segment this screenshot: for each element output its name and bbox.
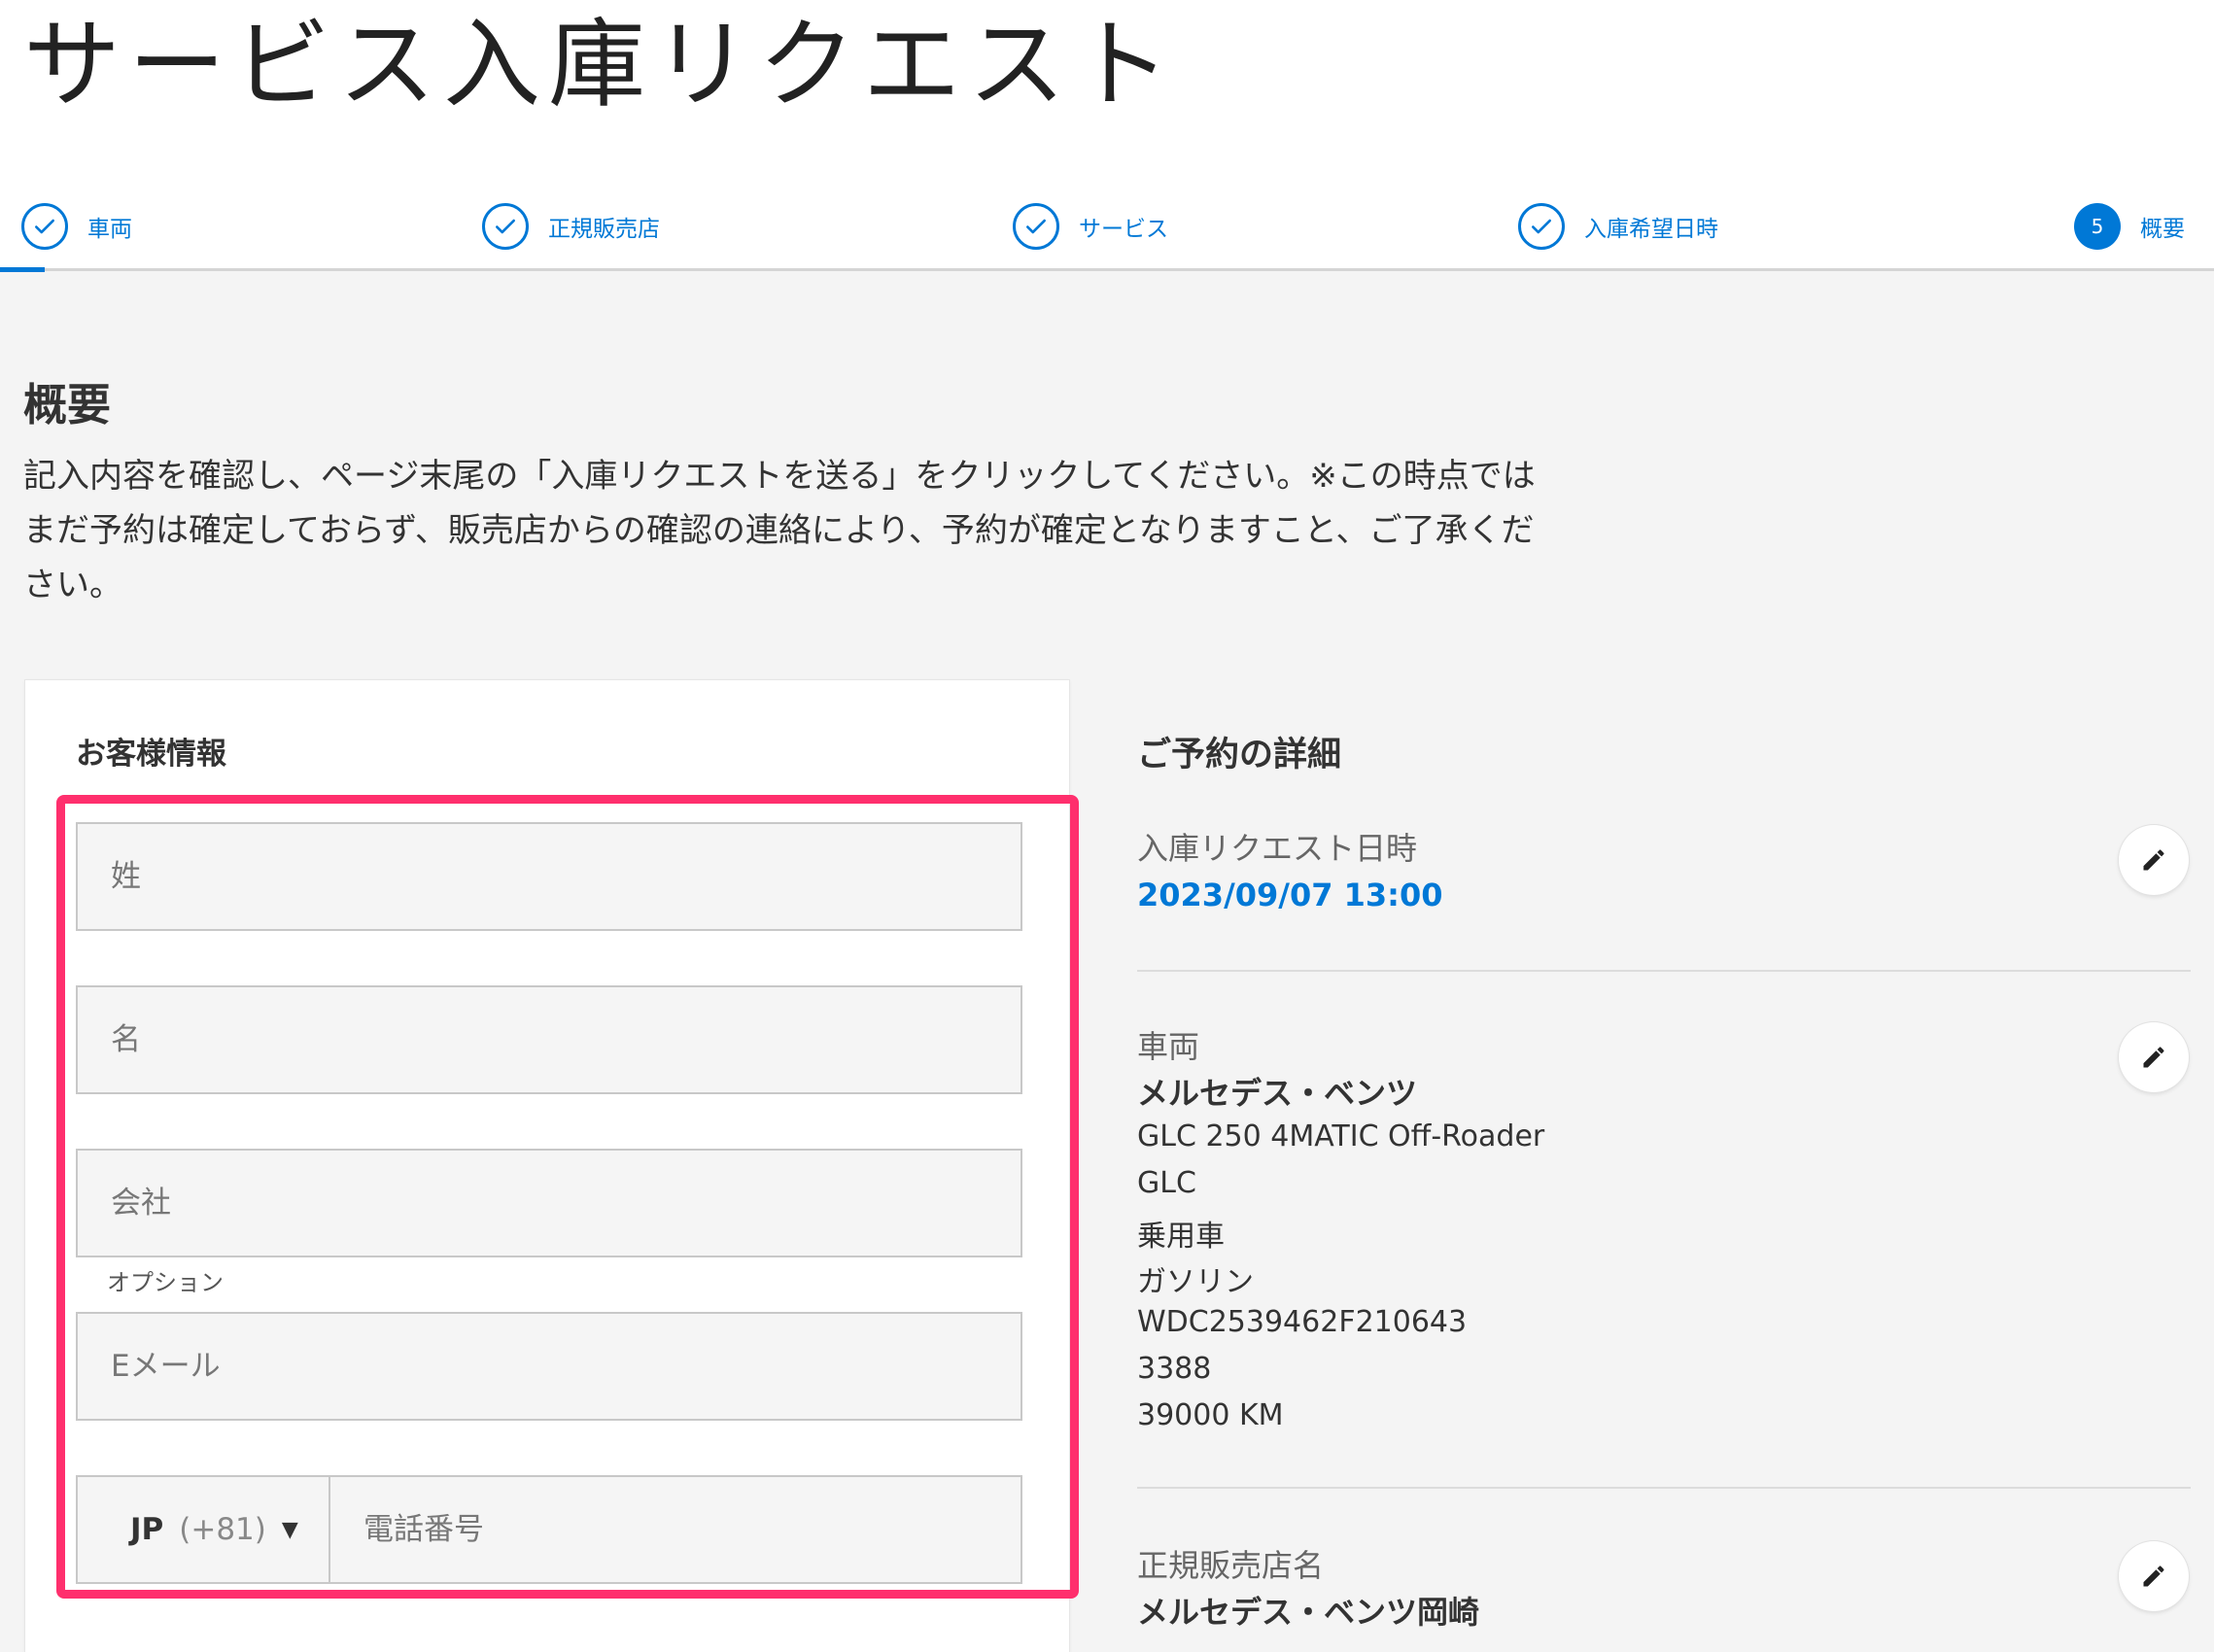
vehicle-mileage: 39000 KM — [1137, 1398, 1284, 1432]
country-code-select[interactable]: JP (+81) ▼ — [78, 1477, 330, 1582]
step-service[interactable]: サービス — [1013, 201, 1168, 252]
vehicle-class: GLC — [1137, 1166, 1196, 1200]
edit-vehicle-button[interactable] — [2119, 1022, 2189, 1092]
first-name-field — [76, 985, 1022, 1094]
check-icon — [1518, 203, 1565, 250]
appointment-value: 2023/09/07 13:00 — [1137, 877, 1443, 913]
dial-code: (+81) — [179, 1512, 266, 1547]
summary-description: 記入内容を確認し、ページ末尾の「入庫リクエストを送る」をクリックしてください。※… — [23, 457, 1536, 604]
customer-info-card: お客様情報 オプション JP (+81) ▼ — [25, 680, 1079, 1652]
email-field — [76, 1312, 1022, 1421]
pencil-icon — [2143, 849, 2164, 871]
step-number-badge: 5 — [2074, 203, 2121, 250]
step-label: 車両 — [87, 217, 132, 242]
phone-field: JP (+81) ▼ — [76, 1475, 1022, 1584]
appointment-label: 入庫リクエスト日時 — [1137, 830, 1418, 867]
edit-dealer-button[interactable] — [2119, 1541, 2189, 1611]
step-appointment-time[interactable]: 入庫希望日時 — [1518, 201, 1718, 252]
stepper-track — [0, 268, 2214, 271]
divider — [1137, 1487, 2191, 1489]
edit-appointment-button[interactable] — [2119, 825, 2189, 895]
company-input[interactable] — [78, 1151, 1021, 1256]
caret-down-icon: ▼ — [281, 1517, 298, 1542]
stepper-progress — [0, 267, 45, 272]
vehicle-model: GLC 250 4MATIC Off-Roader — [1137, 1119, 1545, 1153]
step-label: サービス — [1079, 217, 1168, 242]
dealer-label: 正規販売店名 — [1137, 1547, 1325, 1584]
vehicle-vin: WDC2539462F210643 — [1137, 1305, 1468, 1339]
company-optional-hint: オプション — [107, 1269, 224, 1296]
page-title: サービス入庫リクエスト — [23, 8, 1178, 121]
country-code: JP — [130, 1512, 164, 1547]
vehicle-type: 乗用車 — [1137, 1220, 1225, 1254]
dealer-name: メルセデス・ベンツ岡崎 — [1137, 1594, 1480, 1631]
last-name-field — [76, 822, 1022, 931]
reservation-details-title: ご予約の詳細 — [1137, 736, 1342, 774]
header: サービス入庫リクエスト 車両 正規販売店 サービス 入庫希望日時 5 概要 — [0, 0, 2214, 272]
divider — [1137, 970, 2191, 972]
check-icon — [21, 203, 68, 250]
vehicle-fuel: ガソリン — [1137, 1265, 1254, 1299]
step-dealer[interactable]: 正規販売店 — [482, 201, 660, 252]
pencil-icon — [2143, 1047, 2164, 1068]
step-vehicle[interactable]: 車両 — [21, 201, 132, 252]
step-summary[interactable]: 5 概要 — [2074, 201, 2185, 252]
customer-info-title: お客様情報 — [76, 737, 226, 772]
pencil-icon — [2143, 1566, 2164, 1587]
vehicle-number: 3388 — [1137, 1352, 1212, 1386]
last-name-input[interactable] — [78, 824, 1021, 929]
company-field — [76, 1149, 1022, 1257]
first-name-input[interactable] — [78, 987, 1021, 1092]
step-label: 入庫希望日時 — [1584, 217, 1718, 242]
phone-input[interactable] — [330, 1477, 1021, 1582]
vehicle-brand: メルセデス・ベンツ — [1137, 1075, 1418, 1112]
step-label: 概要 — [2140, 217, 2185, 242]
section-title: 概要 — [23, 379, 112, 430]
email-input[interactable] — [78, 1314, 1021, 1419]
check-icon — [1013, 203, 1059, 250]
check-icon — [482, 203, 529, 250]
vehicle-label: 車両 — [1137, 1028, 1200, 1065]
step-label: 正規販売店 — [548, 217, 660, 242]
